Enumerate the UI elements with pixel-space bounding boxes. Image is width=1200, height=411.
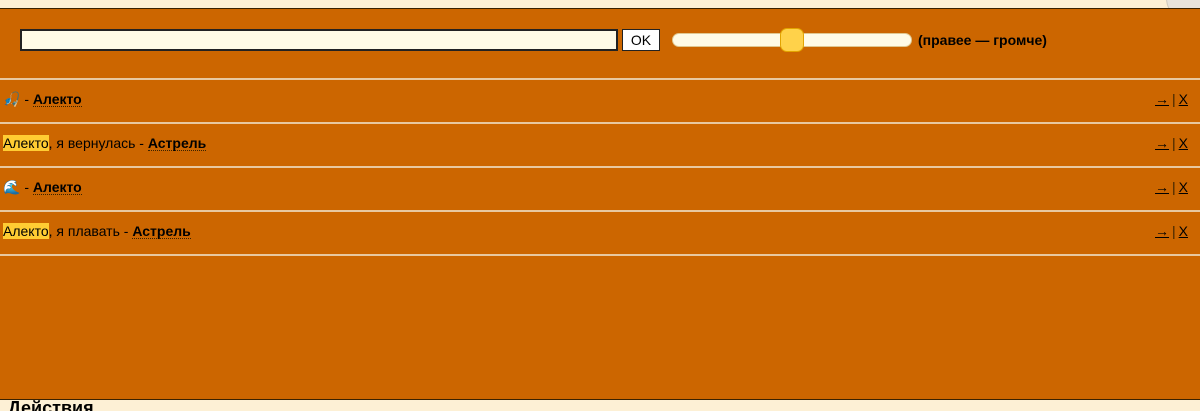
delete-link[interactable]: X xyxy=(1179,135,1188,151)
message-actions: → | X xyxy=(1155,89,1188,109)
message-content: 🎣 - Алекто xyxy=(3,89,82,109)
divider xyxy=(0,166,1200,168)
composer: OK (правее — громче) xyxy=(20,28,1047,52)
author-nick[interactable]: Алекто xyxy=(32,180,82,195)
highlighted-nick[interactable]: Алекто xyxy=(3,135,49,151)
fishing-icon: 🎣 xyxy=(3,90,21,107)
delete-link[interactable]: X xyxy=(1179,223,1188,239)
divider xyxy=(0,254,1200,256)
reply-link[interactable]: → xyxy=(1155,91,1169,107)
separator: | xyxy=(1172,91,1176,107)
chat-panel: OK (правее — громче) 🎣 - Алекто → | X Ал… xyxy=(0,8,1200,400)
message-row: Алекто , я вернулась - Астрель → | X xyxy=(0,133,1200,153)
delete-link[interactable]: X xyxy=(1179,179,1188,195)
ok-button[interactable]: OK xyxy=(622,29,660,51)
message-content: Алекто , я вернулась - Астрель xyxy=(3,133,207,153)
message-row: Алекто , я плавать - Астрель → | X xyxy=(0,221,1200,241)
actions-section-title: Действия xyxy=(8,398,94,411)
delete-link[interactable]: X xyxy=(1179,91,1188,107)
reply-link[interactable]: → xyxy=(1155,135,1169,151)
separator: | xyxy=(1172,223,1176,239)
message-text: - xyxy=(20,179,33,195)
message-text: , я вернулась - xyxy=(48,135,148,151)
message-content: 🌊 - Алекто xyxy=(3,177,82,197)
author-nick[interactable]: Астрель xyxy=(147,136,207,151)
volume-hint: (правее — громче) xyxy=(918,32,1047,48)
message-row: 🎣 - Алекто → | X xyxy=(0,89,1200,109)
reply-link[interactable]: → xyxy=(1155,179,1169,195)
highlighted-nick[interactable]: Алекто xyxy=(3,223,49,239)
message-text: - xyxy=(20,91,33,107)
divider xyxy=(0,210,1200,212)
message-content: Алекто , я плавать - Астрель xyxy=(3,221,191,241)
author-nick[interactable]: Алекто xyxy=(32,92,82,107)
author-nick[interactable]: Астрель xyxy=(132,224,191,239)
wave-icon: 🌊 xyxy=(3,178,21,195)
message-actions: → | X xyxy=(1155,177,1188,197)
divider xyxy=(0,122,1200,124)
volume-slider-thumb[interactable] xyxy=(780,28,804,52)
message-row: 🌊 - Алекто → | X xyxy=(0,177,1200,197)
message-text: , я плавать - xyxy=(48,223,133,239)
separator: | xyxy=(1172,179,1176,195)
message-actions: → | X xyxy=(1155,133,1188,153)
divider xyxy=(0,78,1200,80)
message-input[interactable] xyxy=(20,29,618,51)
volume-slider[interactable] xyxy=(672,28,912,52)
reply-link[interactable]: → xyxy=(1155,223,1169,239)
top-strip xyxy=(0,0,1200,8)
separator: | xyxy=(1172,135,1176,151)
message-actions: → | X xyxy=(1155,221,1188,241)
